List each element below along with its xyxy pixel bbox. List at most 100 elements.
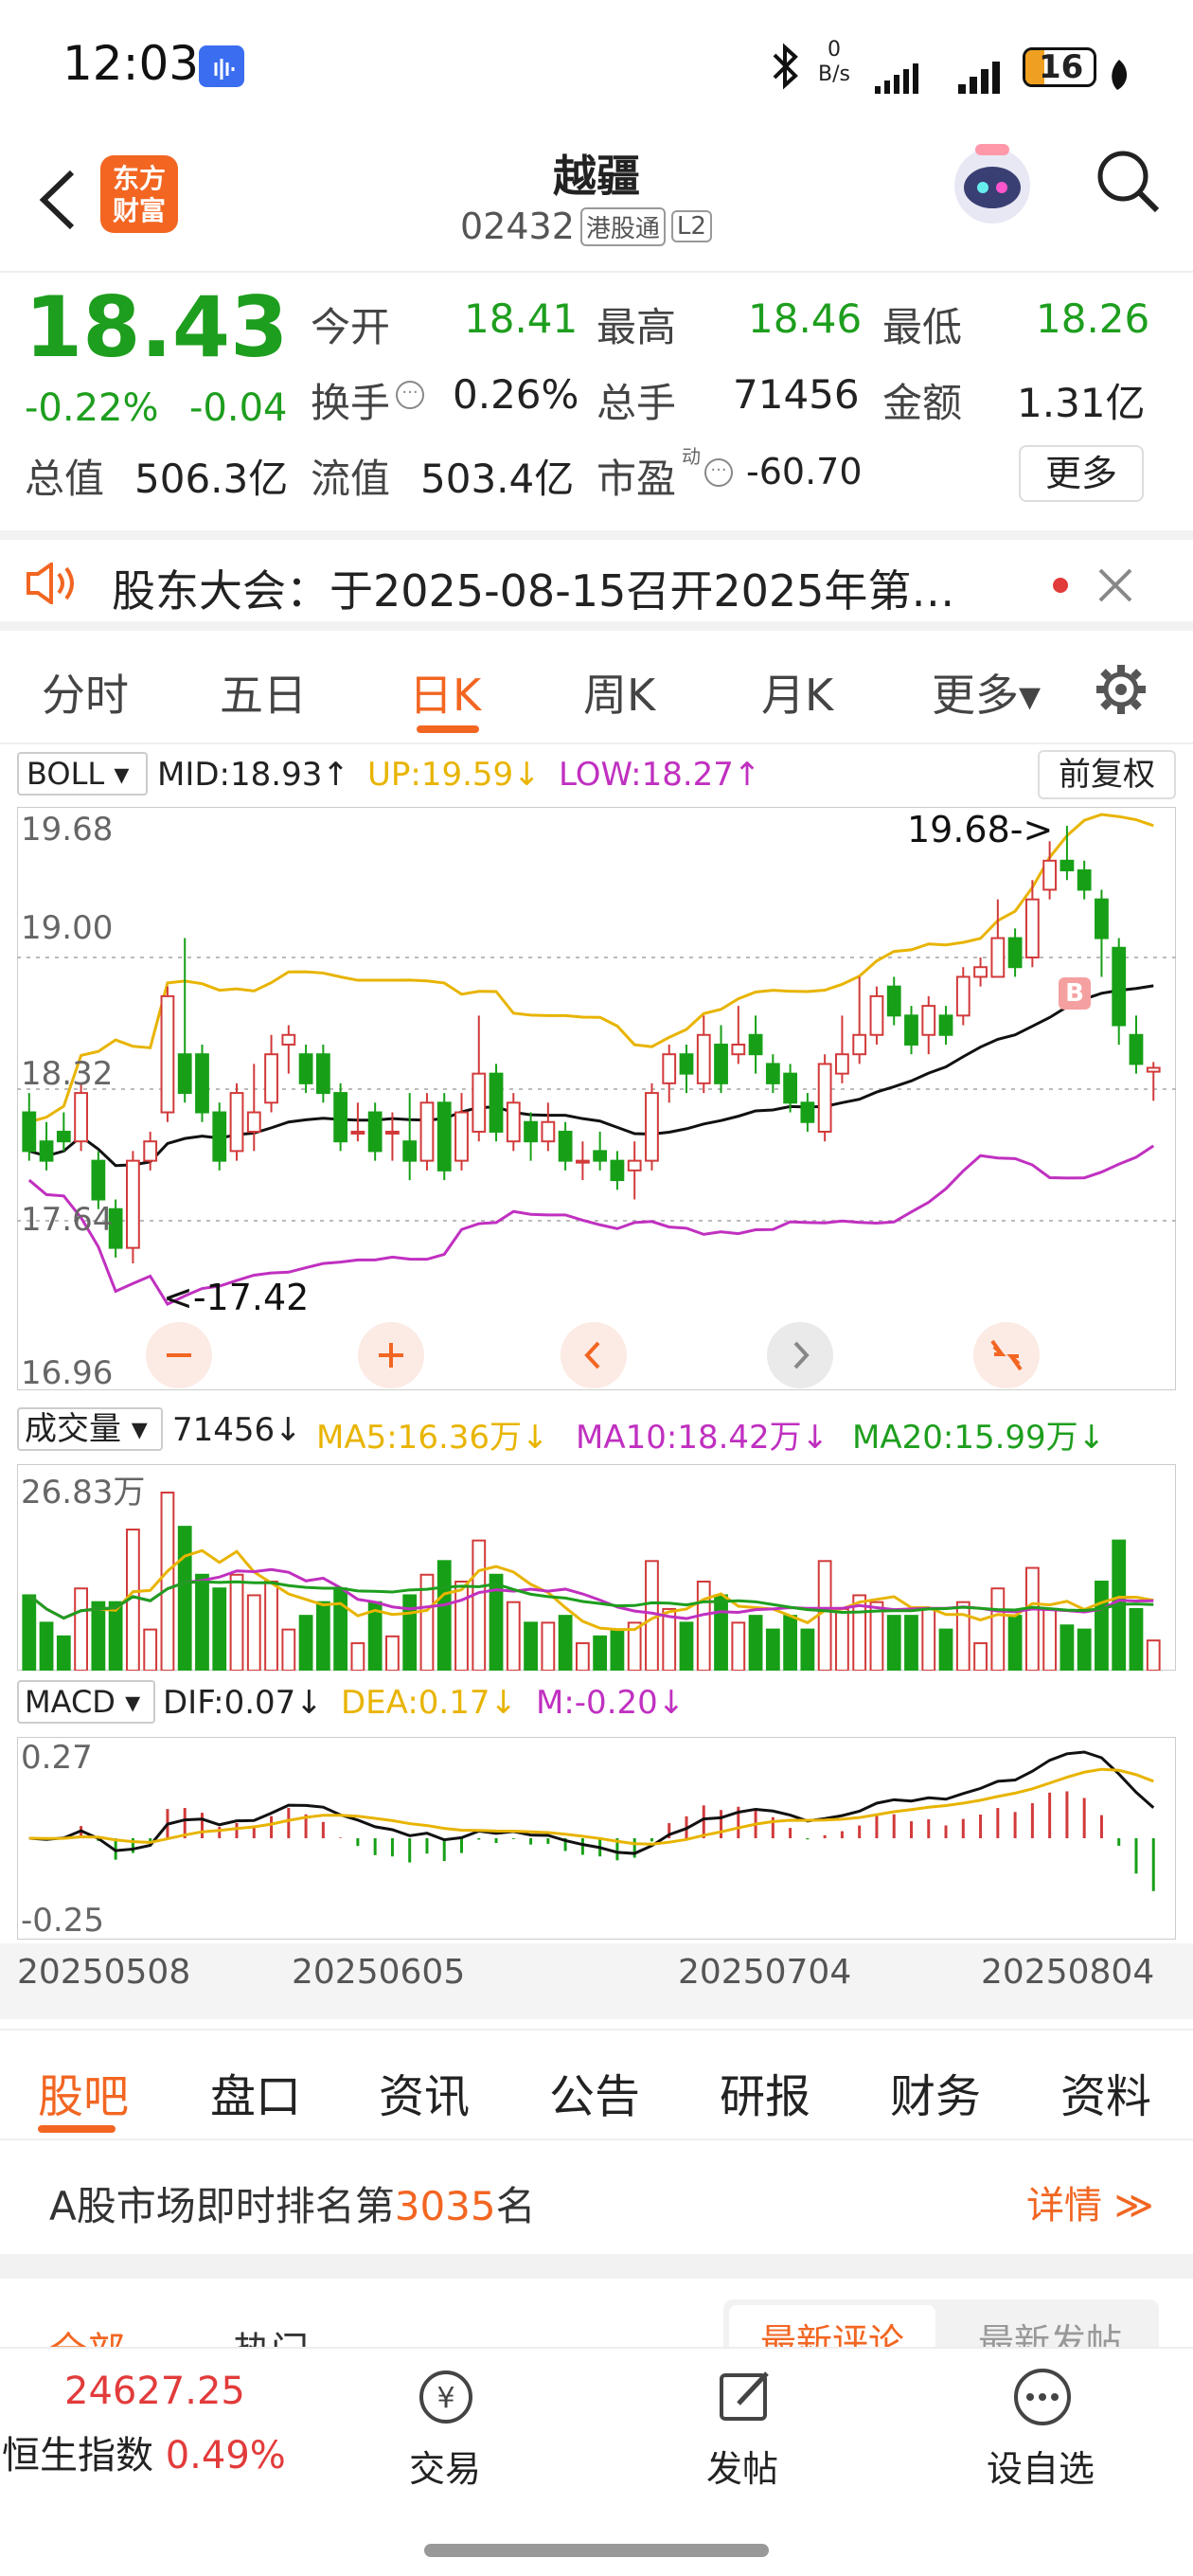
macd-selector[interactable]: MACD ▾ <box>17 1680 155 1724</box>
trade-icon[interactable]: ¥ <box>413 2364 479 2434</box>
tab-financials[interactable]: 财务 <box>890 2059 981 2125</box>
more-dots-icon[interactable] <box>1009 2364 1076 2434</box>
tab-five-day[interactable]: 五日 <box>220 661 307 724</box>
volume-bar <box>56 1635 71 1671</box>
candle <box>783 1072 798 1104</box>
candle <box>1146 1066 1161 1073</box>
volume-bar <box>541 1621 556 1671</box>
close-icon[interactable] <box>1096 566 1134 608</box>
low-label: 最低 <box>882 304 963 350</box>
volume-bar <box>904 1615 918 1671</box>
bottom-bar: 24627.25 恒生指数 0.49% ¥ 交易 发帖 设自选 <box>0 2347 1193 2576</box>
volume-bar <box>333 1587 348 1671</box>
candle <box>350 1130 365 1135</box>
detail-link[interactable]: 详情 ≫ <box>1026 2174 1154 2229</box>
info-icon[interactable]: ··· <box>396 381 424 409</box>
volume-bar <box>22 1594 37 1671</box>
zoom-out-button[interactable] <box>146 1322 212 1388</box>
post-label[interactable]: 发帖 <box>706 2440 778 2492</box>
volume-bar <box>39 1621 54 1671</box>
date-label: 20250704 <box>678 1953 852 1992</box>
candle <box>765 1063 780 1084</box>
volume-bar <box>696 1581 711 1671</box>
more-button[interactable]: 更多 <box>1019 445 1144 502</box>
tab-orderbook[interactable]: 盘口 <box>210 2059 301 2125</box>
open-label: 今开 <box>311 304 391 350</box>
rank-row[interactable]: A股市场即时排名第3035名 详情 ≫ <box>0 2140 1193 2254</box>
volume-bar <box>160 1492 175 1671</box>
volume-bar <box>1059 1624 1075 1671</box>
candle <box>385 1130 400 1135</box>
tab-more[interactable]: 更多▾ <box>932 661 1041 724</box>
tab-daily-k[interactable]: 日K <box>409 661 481 724</box>
zoom-in-button[interactable] <box>358 1322 424 1388</box>
tab-announcements[interactable]: 公告 <box>549 2059 640 2125</box>
boll-selector[interactable]: BOLL ▾ <box>17 752 148 796</box>
volume-bar <box>921 1607 936 1671</box>
watchlist-label[interactable]: 设自选 <box>987 2440 1095 2492</box>
candle <box>1129 1033 1144 1065</box>
volume-ma5: MA5:16.36万↓ <box>316 1419 549 1457</box>
macd-dif: DIF:0.07↓ <box>163 1684 323 1722</box>
volume-bar <box>524 1621 538 1671</box>
tab-profile[interactable]: 资料 <box>1060 2059 1151 2125</box>
home-indicator <box>424 2544 769 2557</box>
info-icon[interactable]: ··· <box>704 458 733 487</box>
volume-ma20: MA20:15.99万↓ <box>852 1419 1106 1457</box>
stock-name: 越疆 <box>553 151 640 202</box>
macd-m: M:-0.20↓ <box>536 1684 686 1722</box>
tab-weekly-k[interactable]: 周K <box>583 661 655 724</box>
scroll-left-button[interactable] <box>561 1322 627 1388</box>
battery-icon: 16 <box>1023 47 1096 87</box>
volume-bar <box>385 1635 400 1671</box>
volume-bar <box>1146 1639 1161 1671</box>
candle <box>921 1005 936 1036</box>
status-bar: 12:03 0 B/s 16 <box>0 0 1193 133</box>
candle <box>419 1101 435 1162</box>
candle <box>610 1159 625 1182</box>
index-value[interactable]: 24627.25 <box>64 2370 245 2413</box>
candle <box>524 1120 538 1143</box>
turnover-value: 0.26% <box>453 371 579 418</box>
volume-bar <box>955 1601 970 1671</box>
edit-icon[interactable] <box>712 2364 778 2434</box>
volume-bar <box>298 1615 313 1671</box>
tab-intraday[interactable]: 分时 <box>42 661 129 724</box>
volume-bar <box>973 1642 988 1671</box>
scroll-right-button[interactable] <box>767 1322 833 1388</box>
pe-sup: 动 <box>682 445 701 468</box>
candle <box>800 1101 815 1123</box>
volume-bar <box>679 1621 694 1671</box>
volume-bar <box>472 1539 487 1671</box>
notice-bar[interactable]: 股东大会：于2025-08-15召开2025年第… <box>0 530 1193 631</box>
robot-assistant-icon[interactable] <box>947 138 1038 237</box>
candle <box>160 994 175 1114</box>
macd-dea-line <box>28 1767 1154 1846</box>
collapse-icon[interactable] <box>973 1322 1040 1388</box>
buy-marker[interactable]: B <box>1059 977 1091 1010</box>
tab-news[interactable]: 资讯 <box>379 2059 470 2125</box>
y-label: 18.32 <box>21 1055 114 1093</box>
search-icon[interactable] <box>1095 148 1163 220</box>
adjust-button[interactable]: 前复权 <box>1038 750 1176 799</box>
amount-label: 金额 <box>882 380 963 426</box>
candle <box>938 1014 953 1036</box>
tab-forum[interactable]: 股吧 <box>38 2059 129 2125</box>
volume-bar <box>593 1635 608 1671</box>
volume-selector[interactable]: 成交量 ▾ <box>17 1407 163 1451</box>
boll-up: UP:19.59↓ <box>367 756 541 794</box>
bluetooth-icon <box>769 42 803 103</box>
volume-bar <box>246 1594 261 1671</box>
stock-code-row: 02432 港股通 L2 <box>460 203 712 250</box>
net-speed: 0 B/s <box>818 38 850 86</box>
price: 18.43 <box>25 278 289 376</box>
back-button[interactable] <box>28 157 85 242</box>
kline-chart[interactable]: BOLL ▾ MID:18.93↑ UP:19.59↓ LOW:18.27↑ 前… <box>0 748 1193 2027</box>
tab-monthly-k[interactable]: 月K <box>761 661 833 724</box>
trade-label[interactable]: 交易 <box>409 2440 481 2492</box>
tab-research[interactable]: 研报 <box>720 2059 810 2125</box>
gear-icon[interactable] <box>1093 661 1149 722</box>
index-row[interactable]: 恒生指数 0.49% <box>2 2424 286 2479</box>
candle <box>731 1043 746 1056</box>
date-label: 20250804 <box>981 1953 1155 1992</box>
